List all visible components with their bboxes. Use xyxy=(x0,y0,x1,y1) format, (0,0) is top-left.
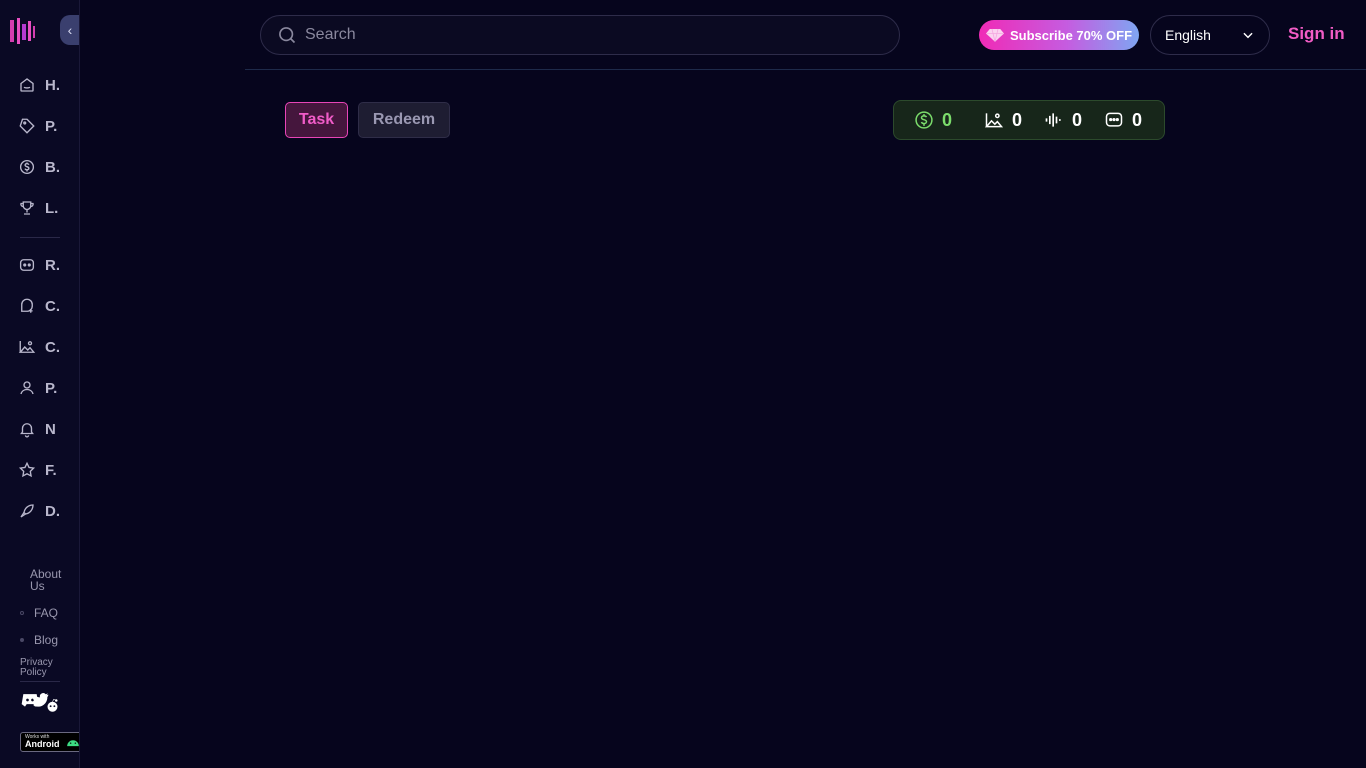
sidebar-item-label: C. xyxy=(45,338,59,356)
language-value: English xyxy=(1165,27,1211,43)
stat-chats-value: 0 xyxy=(1132,109,1143,130)
search-input[interactable] xyxy=(305,26,865,44)
chat-plus-icon xyxy=(21,298,33,313)
sidebar-item-label: L. xyxy=(45,199,59,217)
android-badge[interactable]: Works with Android xyxy=(20,732,79,752)
sidebar-item-bonus[interactable]: B. xyxy=(18,155,68,179)
sidebar-item-label: P. xyxy=(45,379,58,397)
robot-icon xyxy=(19,259,35,271)
stat-credits-value: 0 xyxy=(942,109,953,130)
stat-images-value: 0 xyxy=(1012,109,1023,130)
dollar-coin-icon xyxy=(915,111,933,129)
chevron-down-icon xyxy=(1243,32,1253,39)
sidebar-collapse-button[interactable]: ‹ xyxy=(60,15,79,45)
sidebar-item-pricing[interactable]: P. xyxy=(18,114,68,138)
diamond-icon xyxy=(985,28,1004,42)
sidebar-item-label: B. xyxy=(45,158,59,176)
sidebar-item-create-image[interactable]: C. xyxy=(18,335,68,359)
sidebar-item-discover[interactable]: D. xyxy=(18,499,68,523)
rocket-icon xyxy=(20,504,34,518)
tab-task[interactable]: Task xyxy=(285,102,348,138)
reddit-icon[interactable] xyxy=(45,698,60,713)
star-icon xyxy=(18,461,36,478)
stat-images: 0 xyxy=(984,110,1044,131)
image-icon xyxy=(984,113,1004,128)
image-icon xyxy=(18,341,36,353)
privacy-policy-link[interactable]: Privacy Policy xyxy=(20,658,60,678)
sidebar-item-profile[interactable]: P. xyxy=(18,376,68,400)
language-select[interactable]: English xyxy=(1150,15,1270,55)
sidebar-item-leaderboard[interactable]: L. xyxy=(18,196,68,220)
trophy-icon xyxy=(20,201,34,215)
tag-icon xyxy=(19,118,35,134)
sidebar-divider xyxy=(20,237,60,238)
search-icon xyxy=(279,27,296,44)
stat-audio: 0 xyxy=(1044,110,1104,131)
android-icon xyxy=(66,740,79,747)
sidebar-item-label: P. xyxy=(45,117,58,135)
sidebar-item-favorites[interactable]: F. xyxy=(18,458,68,482)
search-bar[interactable] xyxy=(260,15,900,55)
sidebar-item-create-chat[interactable]: C. xyxy=(18,294,68,318)
credits-stats-bar: 0 0 0 0 xyxy=(893,100,1165,140)
sidebar-item-home[interactable]: H. xyxy=(18,73,68,97)
stat-chats: 0 xyxy=(1104,110,1164,131)
faq-link[interactable]: FAQ xyxy=(34,607,58,619)
sidebar-item-robot[interactable]: R. xyxy=(18,253,68,277)
user-icon xyxy=(20,381,34,395)
sidebar: ‹ H. P. B. L. R. C. C. P. N F. D. About … xyxy=(0,0,80,768)
subscribe-label: Subscribe 70% OFF xyxy=(1009,27,1133,43)
sidebar-item-notifications[interactable]: N xyxy=(18,417,68,441)
stat-audio-value: 0 xyxy=(1072,109,1083,130)
tab-redeem[interactable]: Redeem xyxy=(358,102,450,138)
audio-wave-icon xyxy=(1045,113,1061,127)
app-logo-icon[interactable] xyxy=(8,16,36,46)
sidebar-item-label: H. xyxy=(45,76,59,94)
blog-link[interactable]: Blog xyxy=(34,634,58,646)
faq-bullet xyxy=(20,611,24,615)
sidebar-item-label: N xyxy=(45,420,56,438)
chevron-left-icon: ‹ xyxy=(67,22,73,38)
chat-icon xyxy=(1105,112,1123,127)
sidebar-item-label: D. xyxy=(45,502,59,520)
sign-in-link[interactable]: Sign in xyxy=(1288,24,1345,44)
sidebar-item-label: R. xyxy=(45,256,59,274)
coin-icon xyxy=(19,159,35,175)
home-icon xyxy=(20,78,34,92)
blog-bullet xyxy=(20,638,24,642)
footer-divider xyxy=(20,681,60,682)
android-badge-label: Android xyxy=(25,739,60,749)
sidebar-item-label: C. xyxy=(45,297,59,315)
subscribe-button[interactable]: Subscribe 70% OFF xyxy=(979,20,1139,50)
header-divider xyxy=(245,69,1366,70)
about-us-link[interactable]: About Us xyxy=(30,568,70,592)
stat-credits: 0 xyxy=(914,110,984,131)
bell-icon xyxy=(20,423,34,438)
sidebar-item-label: F. xyxy=(45,461,57,479)
